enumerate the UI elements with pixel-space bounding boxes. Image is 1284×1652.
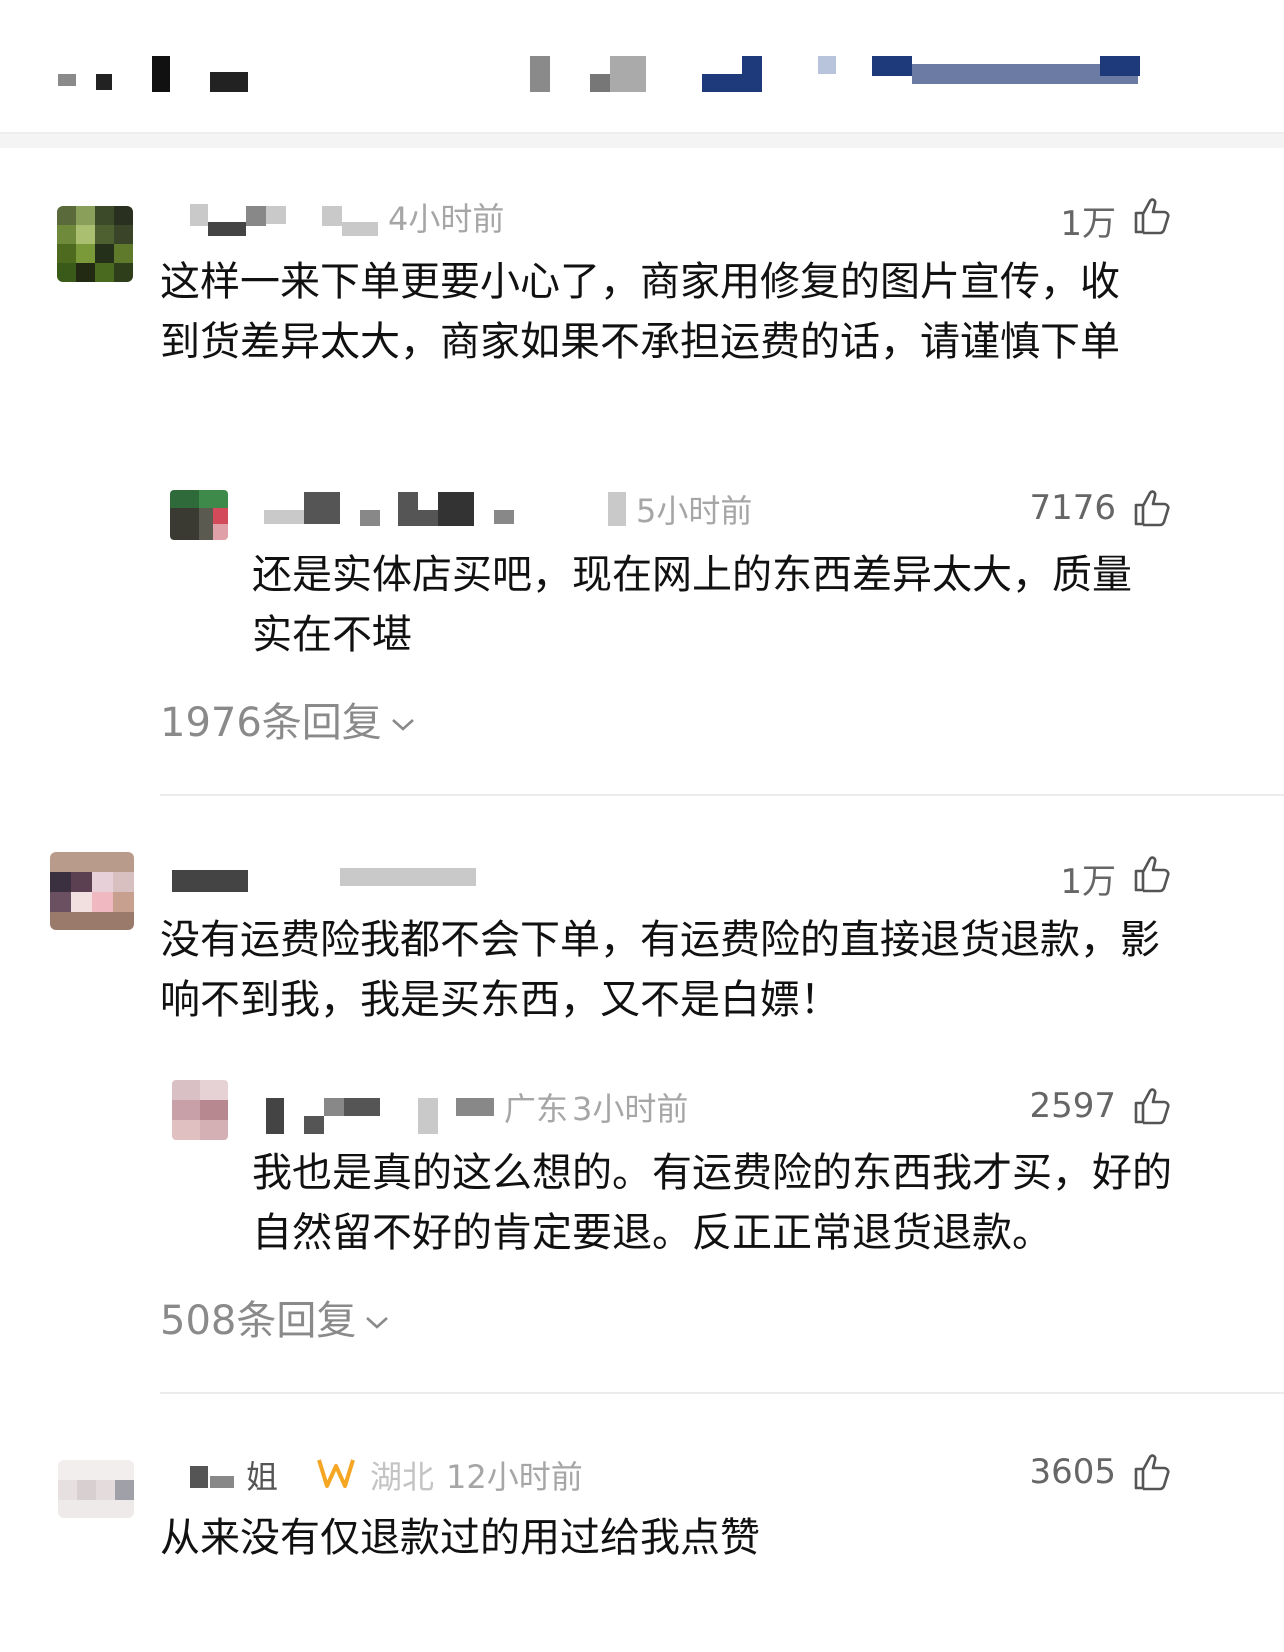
section-separator (0, 134, 1284, 148)
comment-text: 这样一来下单更要小心了，商家用修复的图片宣传，收到货差异太大，商家如果不承担运费… (160, 259, 1120, 365)
comment-time: 12小时前 (446, 1458, 583, 1496)
like-count: 1万 (1060, 862, 1116, 902)
avatar[interactable] (170, 490, 228, 540)
chevron-down-icon (391, 719, 414, 731)
avatar[interactable] (58, 1460, 134, 1518)
avatar[interactable] (57, 206, 133, 282)
reply-location: 广东 (504, 1090, 569, 1128)
avatar[interactable] (50, 852, 134, 930)
comment-text: 没有运费险我都不会下单，有运费险的直接退货退款，影响不到我，我是买东西，又不是白… (160, 917, 1160, 1023)
top-header-obscured (0, 0, 1284, 134)
reply-count-label: 508条回复 (160, 1298, 357, 1344)
weibo-badge-icon (316, 1456, 356, 1490)
avatar[interactable] (172, 1080, 228, 1140)
comment-divider (160, 1392, 1284, 1394)
reply-time: 5小时前 (636, 492, 753, 530)
chevron-down-icon (366, 1317, 389, 1329)
reply-time: 3小时前 (572, 1090, 689, 1128)
view-replies-link[interactable]: 1976条回复 (160, 690, 416, 748)
thumbs-up-icon[interactable] (1132, 854, 1172, 894)
comment-text: 从来没有仅退款过的用过给我点赞 (160, 1515, 760, 1561)
comment-divider (160, 794, 1284, 796)
thumbs-up-icon[interactable] (1132, 488, 1172, 528)
comment-location: 湖北 (370, 1458, 435, 1496)
thumbs-up-icon[interactable] (1132, 196, 1172, 236)
comment-time: 4小时前 (388, 200, 505, 238)
like-count: 1万 (1060, 204, 1116, 244)
like-count: 7176 (1029, 488, 1116, 528)
username-fragment[interactable]: 姐 (246, 1452, 278, 1498)
like-count: 2597 (1029, 1086, 1116, 1126)
reply-text: 还是实体店买吧，现在网上的东西差异太大，质量实在不堪 (252, 552, 1132, 658)
like-count: 3605 (1029, 1452, 1116, 1492)
reply-text: 我也是真的这么想的。有运费险的东西我才买，好的自然留不好的肯定要退。反正正常退货… (252, 1150, 1172, 1256)
thumbs-up-icon[interactable] (1132, 1452, 1172, 1492)
view-replies-link[interactable]: 508条回复 (160, 1288, 390, 1346)
thumbs-up-icon[interactable] (1132, 1086, 1172, 1126)
reply-count-label: 1976条回复 (160, 700, 382, 746)
